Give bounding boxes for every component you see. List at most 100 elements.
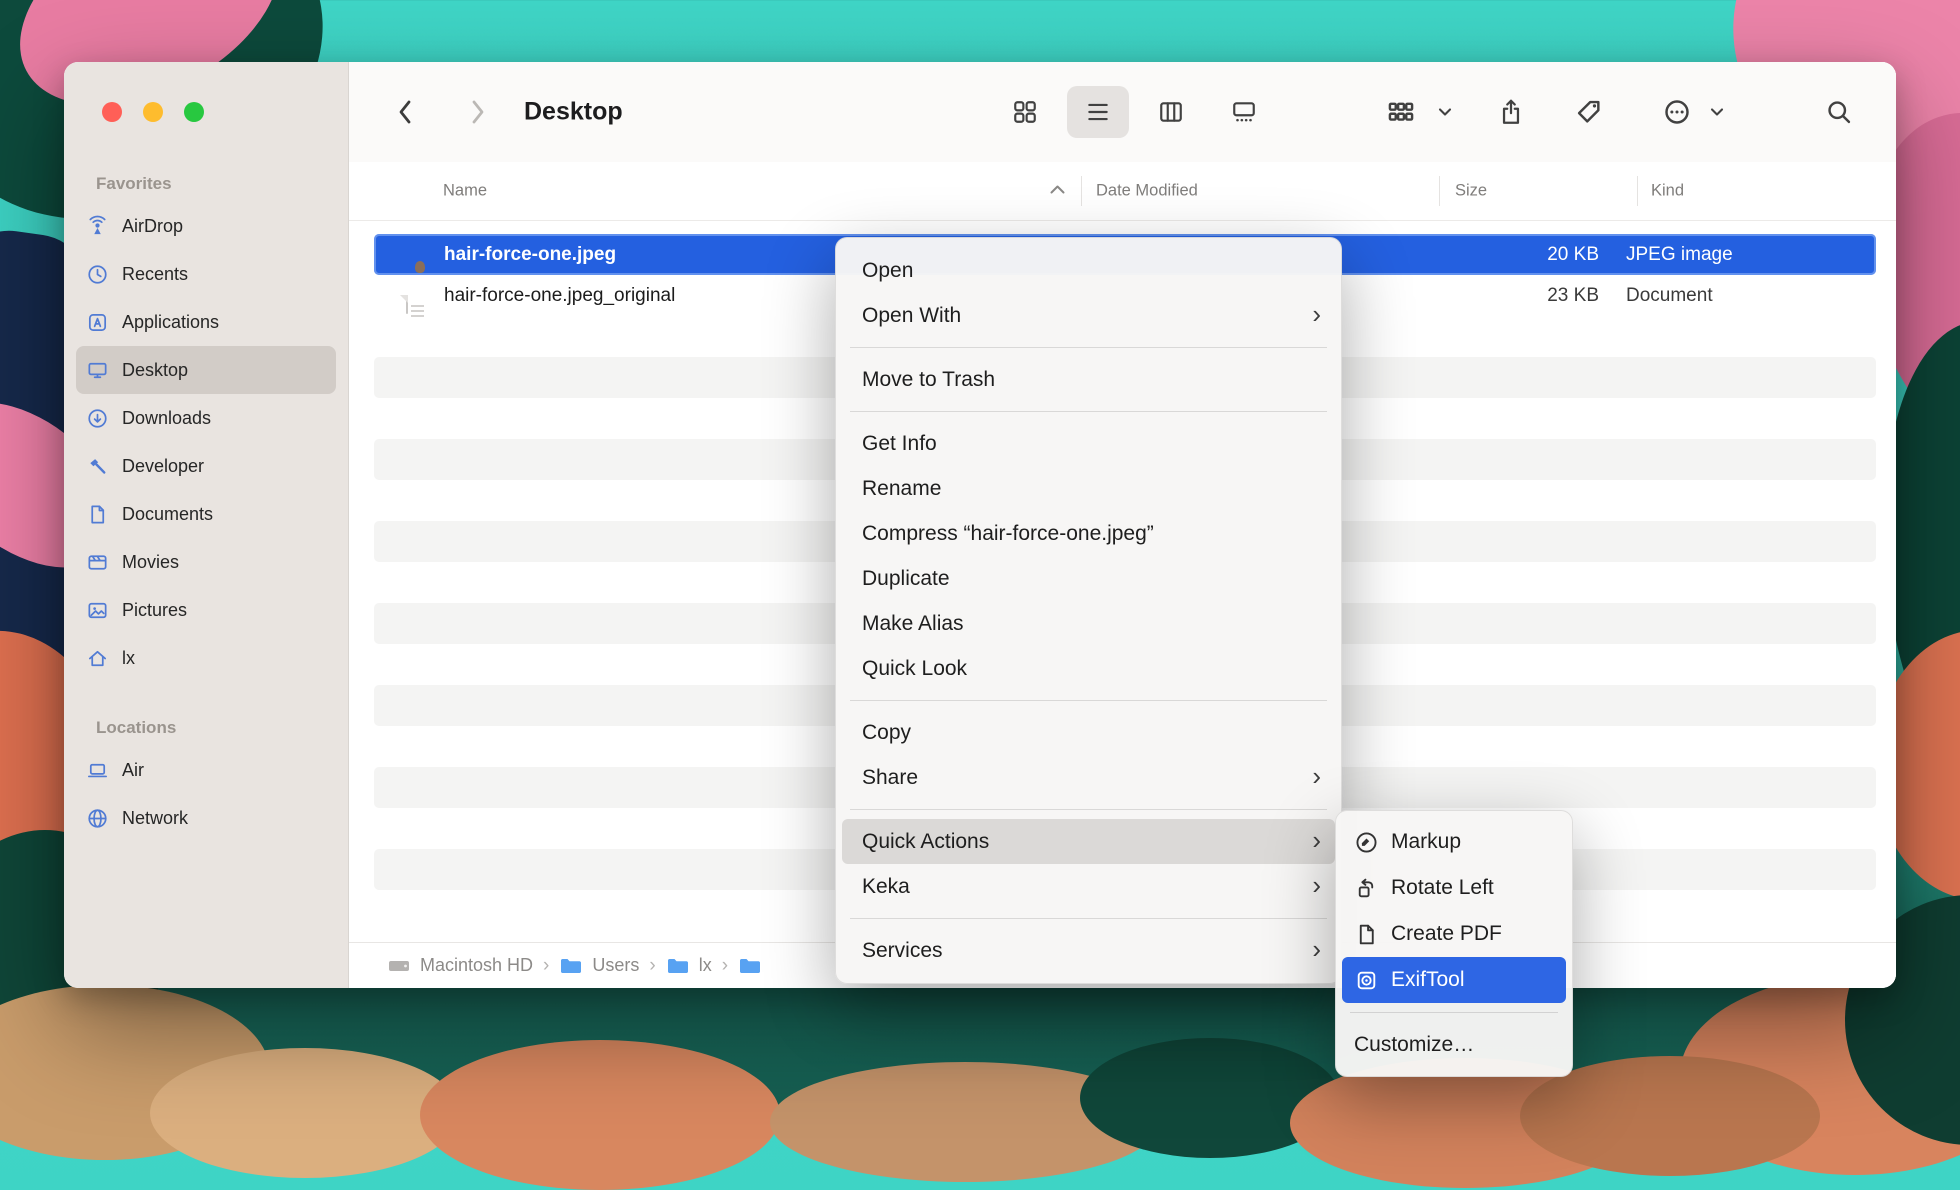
menu-item-quick-look[interactable]: Quick Look bbox=[842, 646, 1335, 691]
path-segment-users[interactable]: Users bbox=[559, 955, 639, 976]
sidebar-item-developer[interactable]: Developer bbox=[76, 442, 336, 490]
column-header-name[interactable]: Name bbox=[443, 182, 487, 201]
path-separator-icon: › bbox=[649, 955, 655, 977]
minimize-button[interactable] bbox=[143, 102, 163, 122]
group-by-icon[interactable] bbox=[1387, 98, 1415, 126]
menu-item-get-info[interactable]: Get Info bbox=[842, 421, 1335, 466]
sidebar-item-recents[interactable]: Recents bbox=[76, 250, 336, 298]
window-title: Desktop bbox=[524, 98, 623, 127]
menu-item-compress[interactable]: Compress “hair-force-one.jpeg” bbox=[842, 511, 1335, 556]
document-icon bbox=[406, 295, 408, 314]
back-button[interactable] bbox=[395, 97, 415, 127]
forward-button[interactable] bbox=[468, 97, 488, 127]
zoom-button[interactable] bbox=[184, 102, 204, 122]
more-options-chevron-icon[interactable] bbox=[1709, 106, 1725, 118]
toolbar: Desktop bbox=[349, 62, 1896, 163]
downloads-icon bbox=[86, 407, 109, 430]
airdrop-icon bbox=[86, 215, 109, 238]
column-header-size[interactable]: Size bbox=[1455, 182, 1487, 201]
list-view-button[interactable] bbox=[1067, 86, 1129, 138]
submenu-item-customize[interactable]: Customize… bbox=[1342, 1022, 1566, 1068]
more-options-icon[interactable] bbox=[1663, 98, 1691, 126]
submenu-chevron-icon: › bbox=[1312, 818, 1321, 863]
developer-icon bbox=[86, 455, 109, 478]
path-segment-macintosh-hd[interactable]: Macintosh HD bbox=[387, 955, 533, 976]
path-segment-partial[interactable] bbox=[738, 956, 762, 976]
column-header-kind[interactable]: Kind bbox=[1651, 182, 1684, 201]
documents-icon bbox=[86, 503, 109, 526]
sidebar-item-applications[interactable]: Applications bbox=[76, 298, 336, 346]
column-header-date-modified[interactable]: Date Modified bbox=[1096, 182, 1198, 201]
menu-item-services[interactable]: Services› bbox=[842, 928, 1335, 973]
search-icon[interactable] bbox=[1825, 98, 1853, 126]
sidebar-item-downloads[interactable]: Downloads bbox=[76, 394, 336, 442]
icon-view-button[interactable] bbox=[994, 86, 1056, 138]
sidebar-item-desktop[interactable]: Desktop bbox=[76, 346, 336, 394]
wallpaper-stone bbox=[150, 1048, 460, 1178]
recents-icon bbox=[86, 263, 109, 286]
menu-item-rename[interactable]: Rename bbox=[842, 466, 1335, 511]
desktop-icon bbox=[86, 359, 109, 382]
sidebar-item-pictures[interactable]: Pictures bbox=[76, 586, 336, 634]
menu-item-copy[interactable]: Copy bbox=[842, 710, 1335, 755]
menu-separator bbox=[850, 347, 1327, 348]
submenu-item-markup[interactable]: Markup bbox=[1342, 819, 1566, 865]
sidebar-item-air[interactable]: Air bbox=[76, 746, 336, 794]
submenu-chevron-icon: › bbox=[1312, 292, 1321, 337]
sidebar-item-network[interactable]: Network bbox=[76, 794, 336, 842]
pictures-icon bbox=[86, 599, 109, 622]
sidebar-item-movies[interactable]: Movies bbox=[76, 538, 336, 586]
view-switcher bbox=[994, 86, 1275, 138]
column-divider[interactable] bbox=[1637, 176, 1638, 206]
submenu-item-exiftool[interactable]: ExifTool bbox=[1342, 957, 1566, 1003]
group-by-chevron-icon[interactable] bbox=[1437, 106, 1453, 118]
sidebar-item-airdrop[interactable]: AirDrop bbox=[76, 202, 336, 250]
tag-icon[interactable] bbox=[1575, 98, 1603, 126]
exiftool-icon bbox=[1354, 968, 1379, 993]
column-divider[interactable] bbox=[1439, 176, 1440, 206]
path-segment-lx[interactable]: lx bbox=[666, 955, 712, 976]
movies-icon bbox=[86, 551, 109, 574]
share-icon[interactable] bbox=[1498, 97, 1524, 127]
quick-actions-submenu: Markup Rotate Left Create PDF ExifTool C… bbox=[1335, 810, 1573, 1077]
applications-icon bbox=[86, 311, 109, 334]
menu-item-share[interactable]: Share› bbox=[842, 755, 1335, 800]
menu-separator bbox=[1350, 1012, 1558, 1013]
submenu-item-create-pdf[interactable]: Create PDF bbox=[1342, 911, 1566, 957]
desktop: { "icons": { "chevron_right": "›", "path… bbox=[0, 0, 1960, 1118]
menu-item-keka[interactable]: Keka› bbox=[842, 864, 1335, 909]
sidebar-item-documents[interactable]: Documents bbox=[76, 490, 336, 538]
menu-separator bbox=[850, 809, 1327, 810]
folder-icon bbox=[559, 956, 583, 976]
submenu-chevron-icon: › bbox=[1312, 754, 1321, 799]
sidebar: Favorites AirDrop Recents Applications D… bbox=[64, 62, 349, 988]
menu-item-duplicate[interactable]: Duplicate bbox=[842, 556, 1335, 601]
internal-drive-icon bbox=[387, 956, 411, 976]
column-divider[interactable] bbox=[1081, 176, 1082, 206]
submenu-item-rotate-left[interactable]: Rotate Left bbox=[1342, 865, 1566, 911]
list-header: Name Date Modified Size Kind bbox=[349, 162, 1896, 221]
menu-item-quick-actions[interactable]: Quick Actions› bbox=[842, 819, 1335, 864]
column-view-button[interactable] bbox=[1140, 86, 1202, 138]
home-icon bbox=[86, 647, 109, 670]
path-separator-icon: › bbox=[543, 955, 549, 977]
gallery-view-button[interactable] bbox=[1213, 86, 1275, 138]
folder-icon bbox=[738, 956, 762, 976]
laptop-icon bbox=[86, 759, 109, 782]
create-pdf-icon bbox=[1354, 922, 1379, 947]
traffic-lights bbox=[102, 102, 204, 122]
rotate-left-icon bbox=[1354, 876, 1379, 901]
context-menu: Open Open With› Move to Trash Get Info R… bbox=[835, 237, 1342, 984]
close-button[interactable] bbox=[102, 102, 122, 122]
menu-item-open[interactable]: Open bbox=[842, 248, 1335, 293]
sidebar-item-home[interactable]: lx bbox=[76, 634, 336, 682]
menu-item-open-with[interactable]: Open With› bbox=[842, 293, 1335, 338]
menu-separator bbox=[850, 918, 1327, 919]
submenu-chevron-icon: › bbox=[1312, 927, 1321, 972]
wallpaper-stone bbox=[420, 1040, 780, 1190]
sidebar-section-favorites: Favorites bbox=[96, 174, 348, 194]
menu-item-make-alias[interactable]: Make Alias bbox=[842, 601, 1335, 646]
menu-item-move-to-trash[interactable]: Move to Trash bbox=[842, 357, 1335, 402]
sort-ascending-icon bbox=[1049, 182, 1066, 200]
folder-icon bbox=[666, 956, 690, 976]
